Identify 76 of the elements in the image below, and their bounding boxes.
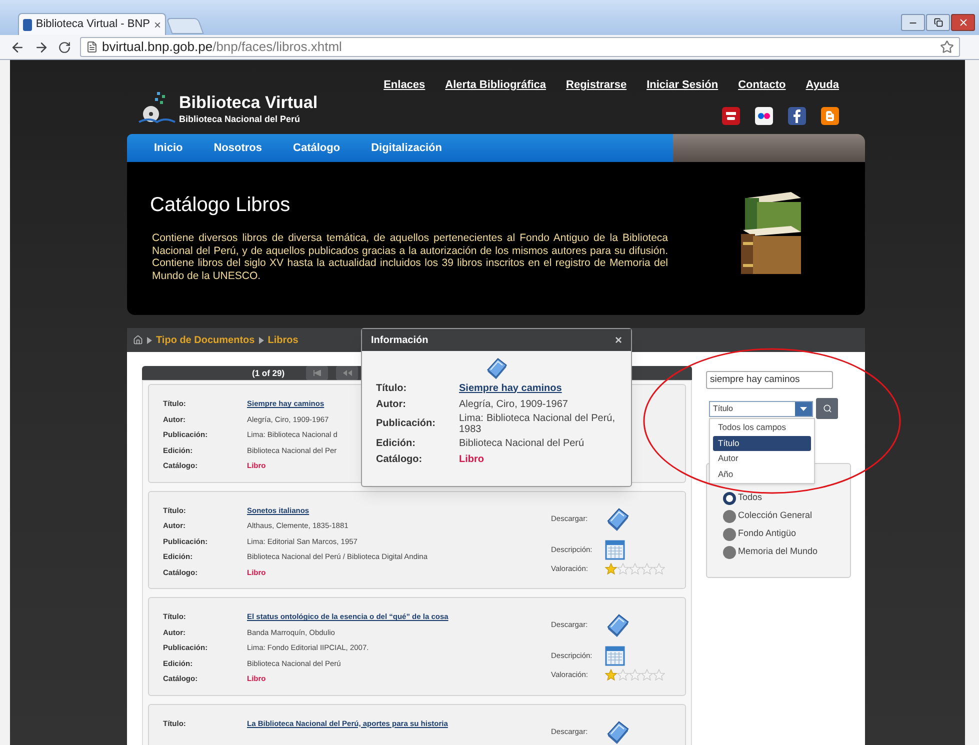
dropdown-option[interactable]: Año (713, 466, 811, 482)
breadcrumb-link[interactable]: Libros (268, 332, 298, 348)
banner-description: Contiene diversos libros de diversa temática, de aquellos pertenecientes al Fondo Antiguo de la Biblioteca Nacional del Perú, y de aquellos publicados gracias a la autorización de los mismos autores para su difusión. Contiene libros del siglo XV hasta la actualidad incluidos los 39 libros inscritos en el registro de Memoria del Mundo de la UNESCO. (152, 232, 668, 282)
search-icon (822, 404, 832, 413)
nav-item[interactable]: Nosotros (214, 140, 262, 156)
restore-button[interactable] (926, 14, 950, 31)
field-value: Alegría, Ciro, 1909-1967 (459, 398, 569, 410)
logo-title: Biblioteca Virtual (179, 92, 318, 112)
popup-close[interactable]: × (614, 331, 622, 349)
header-link[interactable]: Enlaces (384, 77, 426, 94)
nav-item[interactable]: Catálogo (293, 140, 340, 156)
social-f-icon[interactable] (788, 106, 806, 124)
bookmark-star-icon[interactable] (940, 40, 954, 54)
browser-tab[interactable]: Biblioteca Virtual - BNP × (18, 13, 166, 35)
scrollbar[interactable] (965, 60, 979, 745)
nav-item[interactable]: Inicio (154, 140, 183, 156)
tab-title: Biblioteca Virtual - BNP (36, 17, 150, 32)
chevron-icon (258, 336, 264, 344)
chevron-icon (147, 336, 152, 344)
banner-title: Catálogo Libros (150, 193, 292, 217)
home-icon[interactable] (133, 335, 143, 345)
header-link[interactable]: Registrarse (566, 77, 627, 94)
collection-radio[interactable]: Memoria del Mundo (723, 544, 850, 560)
popup-label: Publicación: (376, 417, 436, 431)
header-link[interactable]: Alerta Bibliográfica (445, 77, 546, 94)
url-text: bvirtual.bnp.gob.pe/bnp/faces/libros.xhtml (102, 38, 343, 56)
page-count: (1 of 29) (252, 366, 286, 380)
table-icon[interactable] (605, 646, 625, 666)
nav-item[interactable]: Digitalización (371, 140, 442, 156)
collection-radio[interactable]: Colección General (723, 508, 850, 524)
field-value: Biblioteca Nacional del Perú (459, 438, 586, 448)
page-icon (86, 41, 98, 53)
header-link[interactable]: Ayuda (806, 77, 839, 94)
collection-radio[interactable]: Fondo Antigüo (723, 526, 850, 542)
popup-label: Catálogo: (376, 452, 424, 466)
popup-label: Autor: (376, 398, 407, 412)
blog-icon[interactable] (821, 106, 839, 124)
breadcrumb-link[interactable]: Tipo de Documentos (156, 332, 255, 348)
video-site-icon[interactable] (722, 106, 740, 124)
popup-title: Información (371, 334, 428, 348)
popup-label: Edición: (376, 436, 416, 450)
close-icon (958, 17, 968, 28)
restore-icon (934, 18, 942, 27)
book-icon[interactable] (605, 612, 631, 638)
tab-close[interactable]: × (154, 16, 161, 34)
logo-subtitle: Biblioteca Nacional del Perú (179, 112, 302, 126)
catalog-value: Libro (459, 454, 485, 464)
field-value: Lima: Biblioteca Nacional del Perú, 1983 (459, 412, 615, 434)
title-link[interactable]: Siempre hay caminos (459, 382, 615, 394)
close-button[interactable] (951, 14, 975, 31)
header-link[interactable]: Iniciar Sesión (646, 77, 718, 94)
site-favicon (23, 18, 32, 30)
search-button[interactable] (816, 398, 838, 419)
first-page-icon (313, 370, 321, 376)
popup-label: Título: (376, 382, 408, 396)
field-select[interactable]: Título (709, 400, 813, 416)
header-link[interactable]: Contacto (738, 77, 786, 94)
dropdown-option[interactable]: Todos los campos (713, 420, 811, 436)
collection-radio[interactable]: Todos (723, 490, 850, 506)
book-icon[interactable] (484, 356, 508, 380)
back-icon[interactable] (10, 40, 25, 54)
rewind-icon (342, 370, 352, 376)
table-icon[interactable] (605, 540, 625, 560)
disc-logo-icon (137, 90, 177, 126)
photo-site-icon[interactable] (755, 106, 773, 124)
dropdown-option[interactable]: Título (713, 436, 811, 451)
caret-icon (800, 406, 807, 410)
filled-star-icon[interactable] (605, 669, 617, 681)
book-icon[interactable] (605, 506, 631, 532)
search-field[interactable]: siempre hay caminos (706, 371, 833, 389)
dropdown-option[interactable]: Autor (713, 451, 811, 466)
filled-star-icon[interactable] (605, 562, 617, 574)
reload-icon[interactable] (58, 40, 71, 54)
forward-icon[interactable] (34, 40, 49, 54)
address-field[interactable]: bvirtual.bnp.gob.pe/bnp/faces/libros.xhtml (80, 37, 960, 57)
book-icon[interactable] (605, 718, 631, 744)
